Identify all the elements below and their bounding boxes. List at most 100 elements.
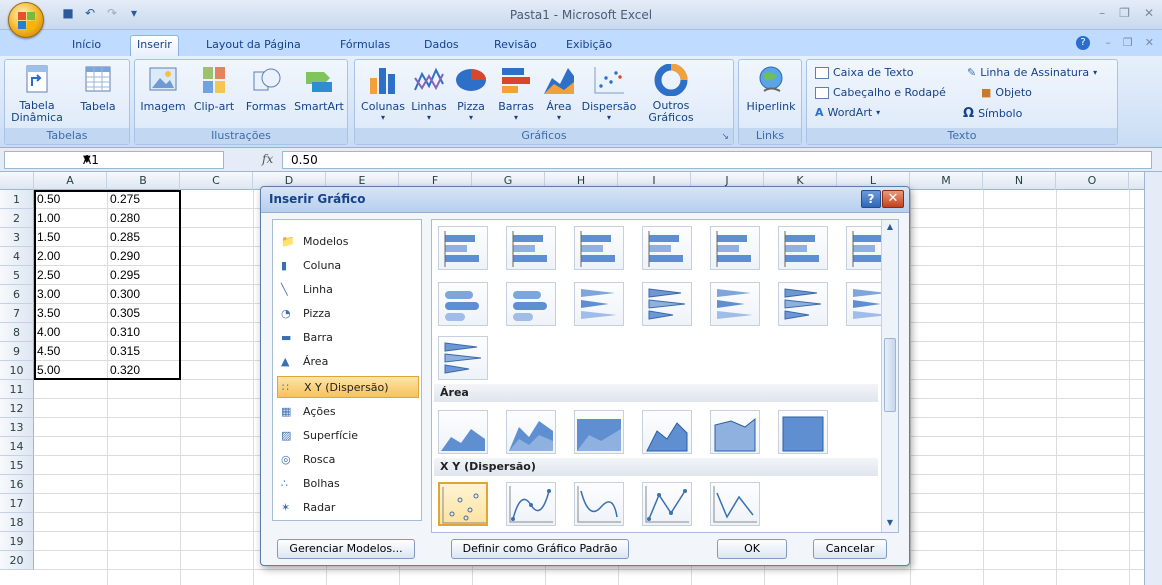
row-header-6[interactable]: 6: [0, 285, 34, 304]
hyperlink-button[interactable]: Hiperlink: [743, 64, 799, 113]
scroll-up-icon[interactable]: ▲: [884, 222, 896, 234]
chart-type-radar[interactable]: ✶ Radar: [277, 496, 419, 518]
tab-layout-pagina[interactable]: Layout da Página: [200, 36, 307, 56]
bar-3d-subtype-2[interactable]: [506, 282, 556, 326]
chart-type-superf-cie[interactable]: ▨ Superfície: [277, 424, 419, 446]
pyramid-bar-subtype[interactable]: [438, 336, 488, 380]
set-default-chart-button[interactable]: Definir como Gráfico Padrão: [451, 539, 629, 559]
row-header-5[interactable]: 5: [0, 266, 34, 285]
area-chart-subtype-6[interactable]: [778, 410, 828, 454]
text-box-button[interactable]: Caixa de Texto: [815, 66, 913, 79]
chart-type-barra[interactable]: ▬ Barra: [277, 326, 419, 348]
row-header-12[interactable]: 12: [0, 399, 34, 418]
object-button[interactable]: ■ Objeto: [981, 86, 1032, 99]
row-header-20[interactable]: 20: [0, 551, 34, 570]
chart-type-a-es[interactable]: ▦ Ações: [277, 400, 419, 422]
chart-type--rea[interactable]: ▲ Área: [277, 350, 419, 372]
bar-chart-subtype-1[interactable]: [438, 226, 488, 270]
bar-chart-subtype-2[interactable]: [506, 226, 556, 270]
area-chart-subtype-1[interactable]: [438, 410, 488, 454]
bar-3d-subtype-4[interactable]: [642, 282, 692, 326]
bar-chart-subtype-6[interactable]: [778, 226, 828, 270]
row-header-8[interactable]: 8: [0, 323, 34, 342]
other-charts-button[interactable]: Outros Gráficos: [641, 63, 701, 124]
row-header-15[interactable]: 15: [0, 456, 34, 475]
bar-chart-subtype-3[interactable]: [574, 226, 624, 270]
cancel-button[interactable]: Cancelar: [813, 539, 887, 559]
close-icon[interactable]: ✕: [1144, 6, 1154, 20]
pie-chart-button[interactable]: Pizza ▾: [451, 64, 491, 122]
dialog-launcher-icon[interactable]: ↘: [721, 132, 729, 142]
dialog-help-icon[interactable]: ?: [861, 190, 881, 208]
header-footer-button[interactable]: Cabeçalho e Rodapé: [815, 86, 946, 99]
dialog-close-icon[interactable]: ✕: [882, 190, 904, 208]
minimize-icon[interactable]: –: [1099, 6, 1105, 20]
image-button[interactable]: Imagem: [139, 64, 187, 113]
column-header-m[interactable]: M: [910, 172, 983, 190]
lines-chart-button[interactable]: Linhas ▾: [409, 64, 449, 122]
restore-icon[interactable]: ❐: [1119, 6, 1130, 20]
row-header-9[interactable]: 9: [0, 342, 34, 361]
formula-input[interactable]: 0.50: [282, 151, 1152, 169]
area-chart-button[interactable]: Área ▾: [539, 64, 579, 122]
area-chart-subtype-3[interactable]: [574, 410, 624, 454]
scatter-chart-subtype-3[interactable]: [574, 482, 624, 526]
columns-chart-button[interactable]: Colunas ▾: [359, 64, 407, 122]
area-chart-subtype-2[interactable]: [506, 410, 556, 454]
chart-type-x-y-dispers-o[interactable]: ∷ X Y (Dispersão): [277, 376, 419, 398]
workbook-minimize-icon[interactable]: –: [1105, 36, 1111, 49]
scatter-chart-subtype-2[interactable]: [506, 482, 556, 526]
pivot-table-button[interactable]: Tabela Dinâmica: [9, 64, 65, 124]
column-header-c[interactable]: C: [180, 172, 253, 190]
tab-inserir[interactable]: Inserir: [130, 35, 179, 57]
gallery-scrollbar[interactable]: ▲ ▼: [881, 220, 898, 532]
bar-chart-subtype-5[interactable]: [710, 226, 760, 270]
ok-button[interactable]: OK: [717, 539, 787, 559]
bar-3d-subtype-3[interactable]: [574, 282, 624, 326]
tab-revisao[interactable]: Revisão: [488, 36, 543, 56]
row-header-4[interactable]: 4: [0, 247, 34, 266]
scroll-thumb[interactable]: [884, 338, 896, 412]
bar-3d-subtype-1[interactable]: [438, 282, 488, 326]
row-header-13[interactable]: 13: [0, 418, 34, 437]
symbol-button[interactable]: Ω Símbolo: [963, 106, 1022, 121]
chart-type-pizza[interactable]: ◔ Pizza: [277, 302, 419, 324]
column-header-a[interactable]: A: [34, 172, 107, 190]
workbook-close-icon[interactable]: ✕: [1145, 36, 1154, 49]
column-header-b[interactable]: B: [107, 172, 180, 190]
bar-3d-subtype-5[interactable]: [710, 282, 760, 326]
row-header-19[interactable]: 19: [0, 532, 34, 551]
scatter-chart-subtype-1[interactable]: [438, 482, 488, 526]
manage-templates-button[interactable]: Gerenciar Modelos...: [277, 539, 415, 559]
shapes-button[interactable]: Formas: [241, 64, 291, 113]
chart-type-linha[interactable]: ╲ Linha: [277, 278, 419, 300]
smartart-button[interactable]: SmartArt: [293, 64, 345, 113]
row-header-7[interactable]: 7: [0, 304, 34, 323]
signature-line-button[interactable]: ✎ Linha de Assinatura ▾: [967, 66, 1097, 79]
clipart-button[interactable]: Clip-art: [189, 64, 239, 113]
row-header-3[interactable]: 3: [0, 228, 34, 247]
chart-type-modelos[interactable]: 📁 Modelos: [277, 230, 419, 252]
name-box[interactable]: A1 ▼: [4, 151, 224, 169]
bar-3d-subtype-6[interactable]: [778, 282, 828, 326]
row-header-17[interactable]: 17: [0, 494, 34, 513]
workbook-restore-icon[interactable]: ❐: [1123, 36, 1133, 49]
tab-exibicao[interactable]: Exibição: [560, 36, 618, 56]
scroll-down-icon[interactable]: ▼: [884, 518, 896, 530]
bars-chart-button[interactable]: Barras ▾: [495, 64, 537, 122]
row-header-11[interactable]: 11: [0, 380, 34, 399]
select-all-corner[interactable]: [0, 172, 34, 190]
column-header-n[interactable]: N: [983, 172, 1056, 190]
wordart-button[interactable]: A WordArt ▾: [815, 106, 880, 119]
row-header-2[interactable]: 2: [0, 209, 34, 228]
chart-type-rosca[interactable]: ◎ Rosca: [277, 448, 419, 470]
tab-dados[interactable]: Dados: [418, 36, 465, 56]
row-header-1[interactable]: 1: [0, 190, 34, 209]
scatter-chart-subtype-5[interactable]: [710, 482, 760, 526]
row-header-10[interactable]: 10: [0, 361, 34, 380]
row-header-14[interactable]: 14: [0, 437, 34, 456]
scatter-chart-subtype-4[interactable]: [642, 482, 692, 526]
table-button[interactable]: Tabela: [73, 64, 123, 113]
fx-label[interactable]: fx: [262, 152, 273, 166]
area-chart-subtype-5[interactable]: [710, 410, 760, 454]
